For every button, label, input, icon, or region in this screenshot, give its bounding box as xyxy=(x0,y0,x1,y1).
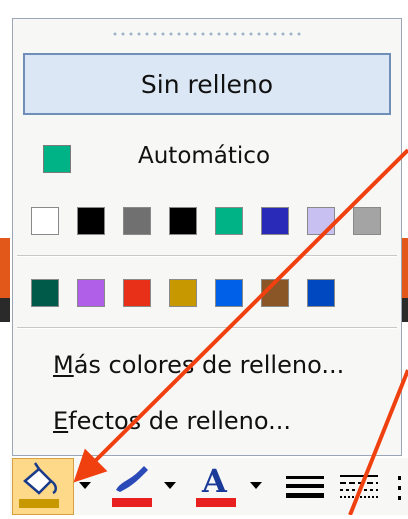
chevron-down-icon xyxy=(79,482,91,489)
color-swatch[interactable] xyxy=(31,279,59,307)
background-shape xyxy=(402,238,408,298)
color-swatch[interactable] xyxy=(169,207,197,235)
fill-effects-mnemonic: E xyxy=(53,407,69,435)
paint-bucket-icon xyxy=(19,462,59,508)
automatic-label: Automático xyxy=(138,143,271,169)
color-swatch[interactable] xyxy=(215,279,243,307)
line-style-icon xyxy=(286,476,324,498)
color-swatch[interactable] xyxy=(307,207,335,235)
color-swatch[interactable] xyxy=(307,279,335,307)
font-color-dropdown-arrow[interactable] xyxy=(246,458,266,515)
line-color-dropdown-arrow[interactable] xyxy=(160,458,180,515)
fill-effects-label: fectos de relleno... xyxy=(68,407,292,435)
font-color-icon: A xyxy=(196,462,236,507)
color-swatch[interactable] xyxy=(261,207,289,235)
background-shape xyxy=(402,298,408,322)
dash-style-icon xyxy=(340,475,378,498)
no-fill-label: Sin relleno xyxy=(140,69,274,99)
divider xyxy=(17,327,397,329)
color-swatch[interactable] xyxy=(77,279,105,307)
more-colors-label: ás colores de relleno... xyxy=(73,351,345,379)
line-color-button[interactable] xyxy=(108,458,156,515)
arrow-style-icon xyxy=(398,476,401,500)
color-swatch[interactable] xyxy=(169,279,197,307)
fill-color-dropdown-panel: Sin relleno Automático Más colores de re… xyxy=(12,18,402,456)
arrow-style-button[interactable] xyxy=(394,458,408,515)
background-shape xyxy=(0,238,10,298)
drawing-toolbar: A xyxy=(10,458,408,515)
line-style-button[interactable] xyxy=(282,458,328,515)
chevron-down-icon xyxy=(250,482,262,489)
chevron-down-icon xyxy=(164,482,176,489)
more-colors-mnemonic: M xyxy=(53,351,74,379)
no-fill-button[interactable]: Sin relleno xyxy=(23,53,391,115)
color-swatch[interactable] xyxy=(353,207,381,235)
divider xyxy=(17,255,397,257)
drag-grip-handle[interactable] xyxy=(111,31,301,37)
color-swatch[interactable] xyxy=(215,207,243,235)
font-color-button[interactable]: A xyxy=(192,458,240,515)
more-fill-colors-menu-item[interactable]: Más colores de relleno... xyxy=(53,351,344,379)
fill-effects-menu-item[interactable]: Efectos de relleno... xyxy=(53,407,291,435)
color-swatch[interactable] xyxy=(77,207,105,235)
svg-text:A: A xyxy=(201,462,228,500)
color-swatch[interactable] xyxy=(31,207,59,235)
fill-color-button[interactable] xyxy=(12,458,74,515)
color-swatch[interactable] xyxy=(123,207,151,235)
color-swatch[interactable] xyxy=(123,279,151,307)
fill-color-dropdown-arrow[interactable] xyxy=(74,458,96,515)
dash-style-button[interactable] xyxy=(336,458,382,515)
automatic-color-swatch xyxy=(43,145,71,173)
automatic-color-option[interactable]: Automático xyxy=(23,137,391,181)
paintbrush-icon xyxy=(112,466,152,507)
color-swatch[interactable] xyxy=(261,279,289,307)
background-shape xyxy=(0,298,10,322)
